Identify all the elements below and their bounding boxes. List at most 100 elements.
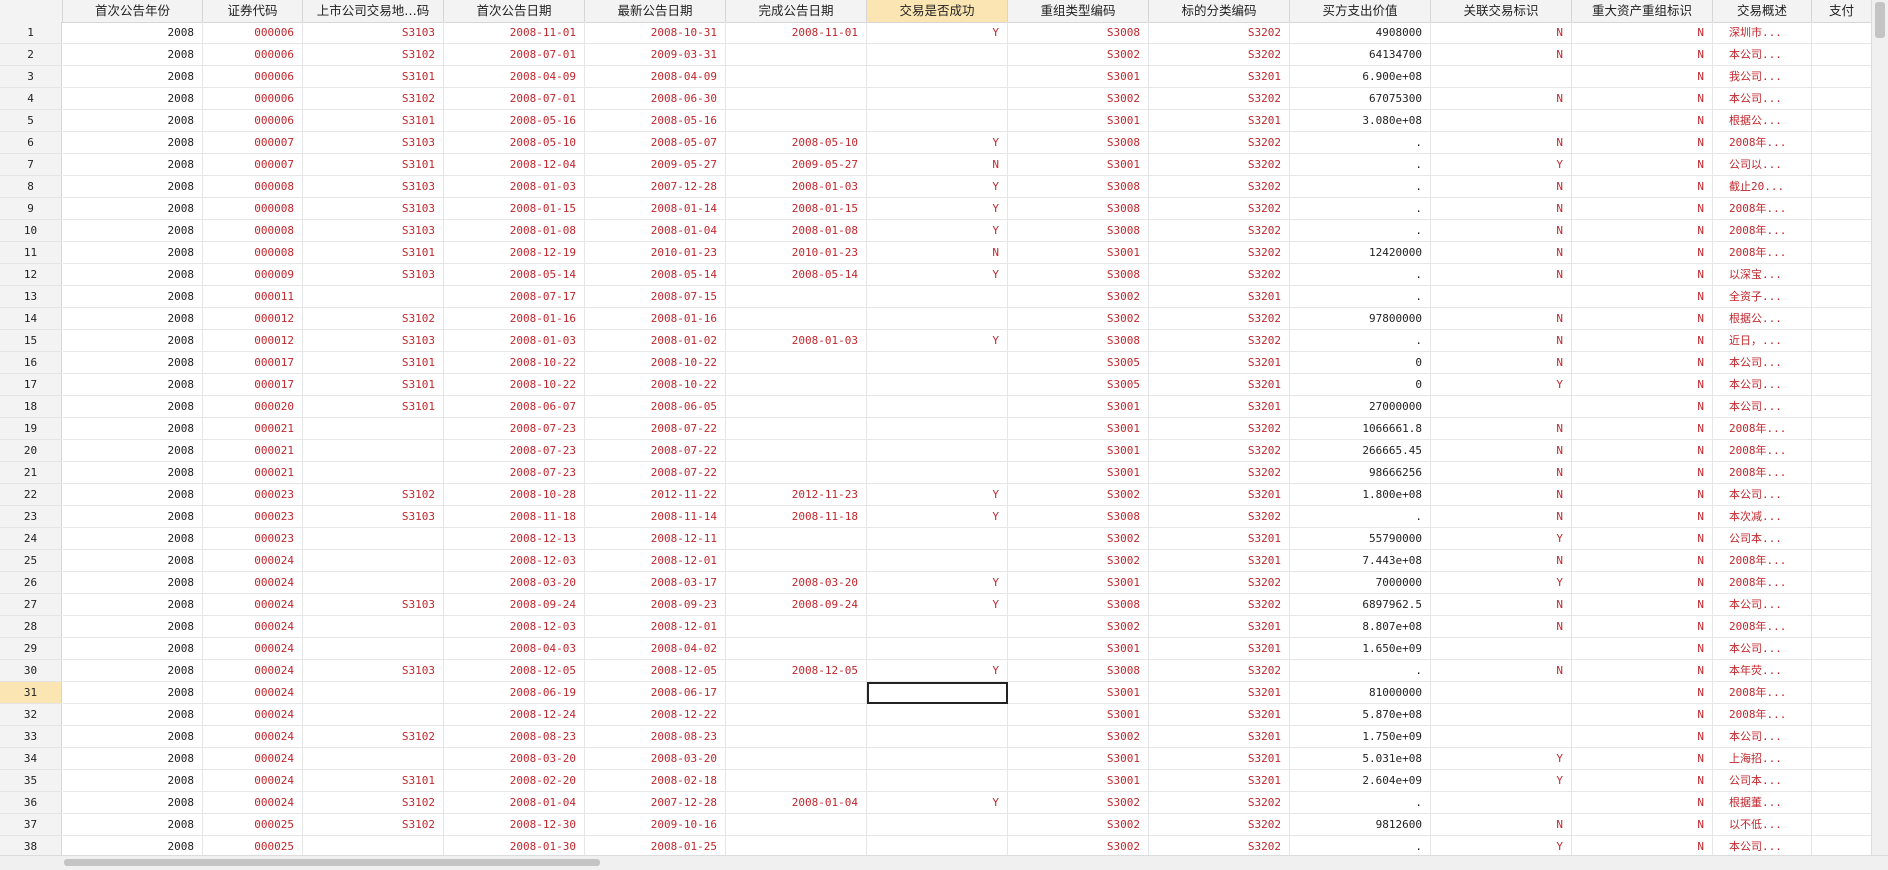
table-cell[interactable]: S3001	[1008, 154, 1149, 176]
table-cell[interactable]: S3201	[1149, 528, 1290, 550]
table-cell[interactable]	[867, 638, 1008, 660]
column-header[interactable]: 首次公告年份	[63, 0, 203, 22]
table-cell[interactable]: S3001	[1008, 682, 1149, 704]
table-cell[interactable]: 2008-01-15	[726, 198, 867, 220]
table-cell[interactable]	[1812, 814, 1872, 836]
table-cell[interactable]: Y	[867, 176, 1008, 198]
table-cell[interactable]: S3008	[1008, 330, 1149, 352]
table-cell[interactable]: 2008-12-30	[444, 814, 585, 836]
table-cell[interactable]: 2008-06-19	[444, 682, 585, 704]
table-cell[interactable]: S3008	[1008, 594, 1149, 616]
table-cell[interactable]: 2007-12-28	[585, 176, 726, 198]
table-cell[interactable]: 2008	[63, 176, 203, 198]
table-cell[interactable]	[726, 616, 867, 638]
table-cell[interactable]: N	[1431, 660, 1572, 682]
table-cell[interactable]: 2008-05-07	[585, 132, 726, 154]
table-cell[interactable]	[1812, 660, 1872, 682]
table-cell[interactable]	[726, 286, 867, 308]
table-cell[interactable]	[1812, 22, 1872, 44]
table-cell[interactable]: N	[1572, 374, 1713, 396]
table-cell[interactable]: N	[1572, 44, 1713, 66]
table-cell[interactable]	[1812, 352, 1872, 374]
column-header[interactable]: 上市公司交易地…码	[303, 0, 444, 22]
table-cell[interactable]: 2008-01-02	[585, 330, 726, 352]
table-cell[interactable]: 5.870e+08	[1290, 704, 1431, 726]
table-cell[interactable]	[726, 308, 867, 330]
table-cell[interactable]: 64134700	[1290, 44, 1431, 66]
table-cell[interactable]: 2008-06-05	[585, 396, 726, 418]
table-cell[interactable]: S3202	[1149, 154, 1290, 176]
table-cell[interactable]: S3201	[1149, 550, 1290, 572]
table-cell[interactable]: 2008	[63, 528, 203, 550]
horizontal-scrollbar[interactable]	[0, 855, 1888, 870]
table-cell[interactable]: 000024	[203, 660, 303, 682]
table-cell[interactable]: 000021	[203, 440, 303, 462]
column-header[interactable]: 买方支出价值	[1290, 0, 1431, 22]
table-cell[interactable]	[303, 682, 444, 704]
table-cell[interactable]	[867, 682, 1008, 704]
table-cell[interactable]: 2008-01-16	[585, 308, 726, 330]
table-cell[interactable]	[726, 88, 867, 110]
table-cell[interactable]: N	[1572, 638, 1713, 660]
table-cell[interactable]: 000024	[203, 616, 303, 638]
table-cell[interactable]: 2008年...	[1713, 550, 1812, 572]
table-cell[interactable]	[303, 550, 444, 572]
table-cell[interactable]: 000024	[203, 682, 303, 704]
table-cell[interactable]: 2008年...	[1713, 572, 1812, 594]
table-cell[interactable]	[867, 770, 1008, 792]
table-cell[interactable]: 55790000	[1290, 528, 1431, 550]
table-cell[interactable]: 本公司...	[1713, 726, 1812, 748]
table-cell[interactable]: S3201	[1149, 110, 1290, 132]
table-cell[interactable]: 2008-12-03	[444, 616, 585, 638]
table-cell[interactable]: N	[1431, 506, 1572, 528]
row-header[interactable]: 24	[0, 528, 62, 550]
row-header[interactable]: 1	[0, 22, 62, 44]
table-cell[interactable]: 2008-11-18	[444, 506, 585, 528]
row-header[interactable]: 19	[0, 418, 62, 440]
table-cell[interactable]: 本年荧...	[1713, 660, 1812, 682]
table-cell[interactable]: S3202	[1149, 660, 1290, 682]
table-cell[interactable]: 6897962.5	[1290, 594, 1431, 616]
table-cell[interactable]: N	[1431, 264, 1572, 286]
table-cell[interactable]: S3103	[303, 594, 444, 616]
table-cell[interactable]: 1066661.8	[1290, 418, 1431, 440]
table-cell[interactable]: 以不低...	[1713, 814, 1812, 836]
table-cell[interactable]: S3202	[1149, 330, 1290, 352]
table-cell[interactable]	[303, 704, 444, 726]
table-cell[interactable]	[726, 814, 867, 836]
table-cell[interactable]	[726, 550, 867, 572]
table-cell[interactable]: N	[1572, 154, 1713, 176]
table-cell[interactable]: N	[1572, 660, 1713, 682]
column-header[interactable]: 交易是否成功	[867, 0, 1008, 22]
table-cell[interactable]: 2008年...	[1713, 242, 1812, 264]
table-cell[interactable]: 2008-04-09	[444, 66, 585, 88]
table-cell[interactable]: 2008	[63, 660, 203, 682]
table-cell[interactable]	[1812, 594, 1872, 616]
table-cell[interactable]: S3103	[303, 660, 444, 682]
table-cell[interactable]: 2008	[63, 264, 203, 286]
table-cell[interactable]	[1431, 286, 1572, 308]
table-cell[interactable]: 000023	[203, 528, 303, 550]
table-cell[interactable]: S3102	[303, 308, 444, 330]
table-cell[interactable]: 000023	[203, 484, 303, 506]
table-cell[interactable]: 1.750e+09	[1290, 726, 1431, 748]
table-cell[interactable]	[1812, 396, 1872, 418]
table-cell[interactable]: 2008	[63, 242, 203, 264]
table-cell[interactable]	[867, 704, 1008, 726]
table-cell[interactable]: 000020	[203, 396, 303, 418]
table-cell[interactable]: S3103	[303, 22, 444, 44]
table-cell[interactable]: N	[1431, 22, 1572, 44]
table-cell[interactable]: N	[1431, 176, 1572, 198]
table-cell[interactable]: 2008-04-09	[585, 66, 726, 88]
table-cell[interactable]	[726, 418, 867, 440]
table-cell[interactable]: N	[1572, 330, 1713, 352]
vertical-scroll-thumb[interactable]	[1875, 2, 1885, 38]
table-cell[interactable]	[303, 616, 444, 638]
row-header[interactable]: 12	[0, 264, 62, 286]
table-cell[interactable]: 1.650e+09	[1290, 638, 1431, 660]
table-cell[interactable]	[867, 462, 1008, 484]
row-header[interactable]: 23	[0, 506, 62, 528]
table-cell[interactable]: S3001	[1008, 66, 1149, 88]
table-cell[interactable]: 2008年...	[1713, 462, 1812, 484]
table-cell[interactable]: S3001	[1008, 396, 1149, 418]
